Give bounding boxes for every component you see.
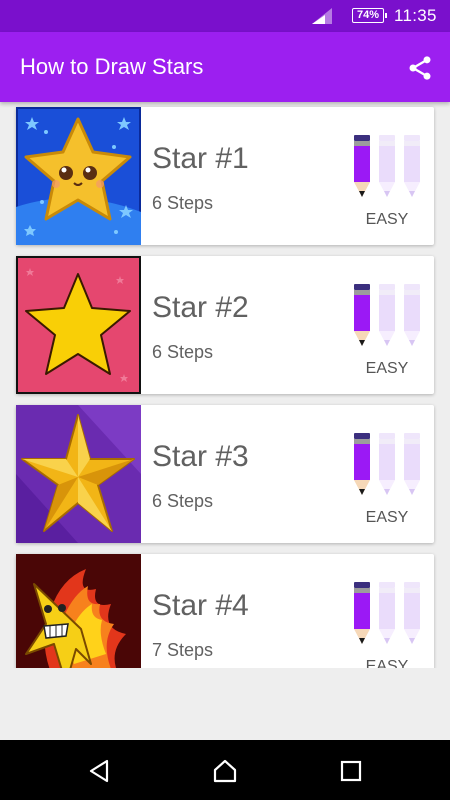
pencil-icon-empty	[404, 433, 420, 495]
pencil-rating-graphic	[354, 135, 420, 197]
item-steps: 6 Steps	[152, 193, 214, 213]
pencil-rating-graphic	[354, 582, 420, 644]
pencil-icon-empty	[379, 582, 395, 644]
clock: 11:35	[394, 6, 437, 25]
navigation-bar	[0, 740, 450, 800]
pencil-icon-empty	[379, 284, 395, 346]
star-list[interactable]: Star #1 6 Steps EASY Star #2 6 Steps EAS…	[0, 102, 450, 668]
pencil-icon-filled	[354, 284, 370, 346]
home-icon[interactable]	[212, 758, 238, 784]
item-title: Star #3	[152, 440, 249, 473]
recents-icon[interactable]	[338, 758, 364, 784]
pencil-icon-empty	[404, 582, 420, 644]
pencil-icon-empty	[379, 433, 395, 495]
difficulty-label: EASY	[365, 658, 409, 668]
star-3-thumbnail	[16, 405, 141, 543]
difficulty-pencils	[352, 582, 424, 653]
difficulty-pencils	[352, 433, 424, 504]
difficulty-label: EASY	[365, 360, 409, 377]
pencil-icon-empty	[379, 135, 395, 197]
difficulty-pencils	[352, 284, 424, 355]
pencil-icon-filled	[354, 433, 370, 495]
signal-icon	[312, 8, 332, 24]
pencil-icon-filled	[354, 135, 370, 197]
item-steps: 6 Steps	[152, 491, 214, 511]
star-4-thumbnail	[16, 554, 141, 668]
star-2-thumbnail	[16, 256, 141, 394]
pencil-icon-filled	[354, 582, 370, 644]
difficulty-label: EASY	[365, 211, 409, 228]
difficulty-label: EASY	[365, 509, 409, 526]
back-icon[interactable]	[86, 758, 112, 784]
list-item[interactable]: Star #1 6 Steps EASY	[16, 107, 434, 245]
status-bar: 74% 11:35	[0, 0, 450, 32]
list-item[interactable]: Star #4 7 Steps EASY	[16, 554, 434, 668]
battery-indicator: 74%	[352, 8, 387, 23]
item-steps: 7 Steps	[152, 640, 214, 660]
list-item[interactable]: Star #2 6 Steps EASY	[16, 256, 434, 394]
item-title: Star #1	[152, 142, 249, 175]
star-1-thumbnail	[16, 107, 141, 245]
pencil-icon-empty	[404, 284, 420, 346]
share-icon[interactable]	[406, 54, 434, 82]
item-title: Star #2	[152, 291, 249, 324]
difficulty-pencils	[352, 135, 424, 206]
app-bar: How to Draw Stars	[0, 32, 450, 102]
list-item[interactable]: Star #3 6 Steps EASY	[16, 405, 434, 543]
pencil-rating-graphic	[354, 433, 420, 495]
pencil-rating-graphic	[354, 284, 420, 346]
item-steps: 6 Steps	[152, 342, 214, 362]
item-title: Star #4	[152, 589, 249, 622]
pencil-icon-empty	[404, 135, 420, 197]
page-title: How to Draw Stars	[20, 54, 204, 79]
